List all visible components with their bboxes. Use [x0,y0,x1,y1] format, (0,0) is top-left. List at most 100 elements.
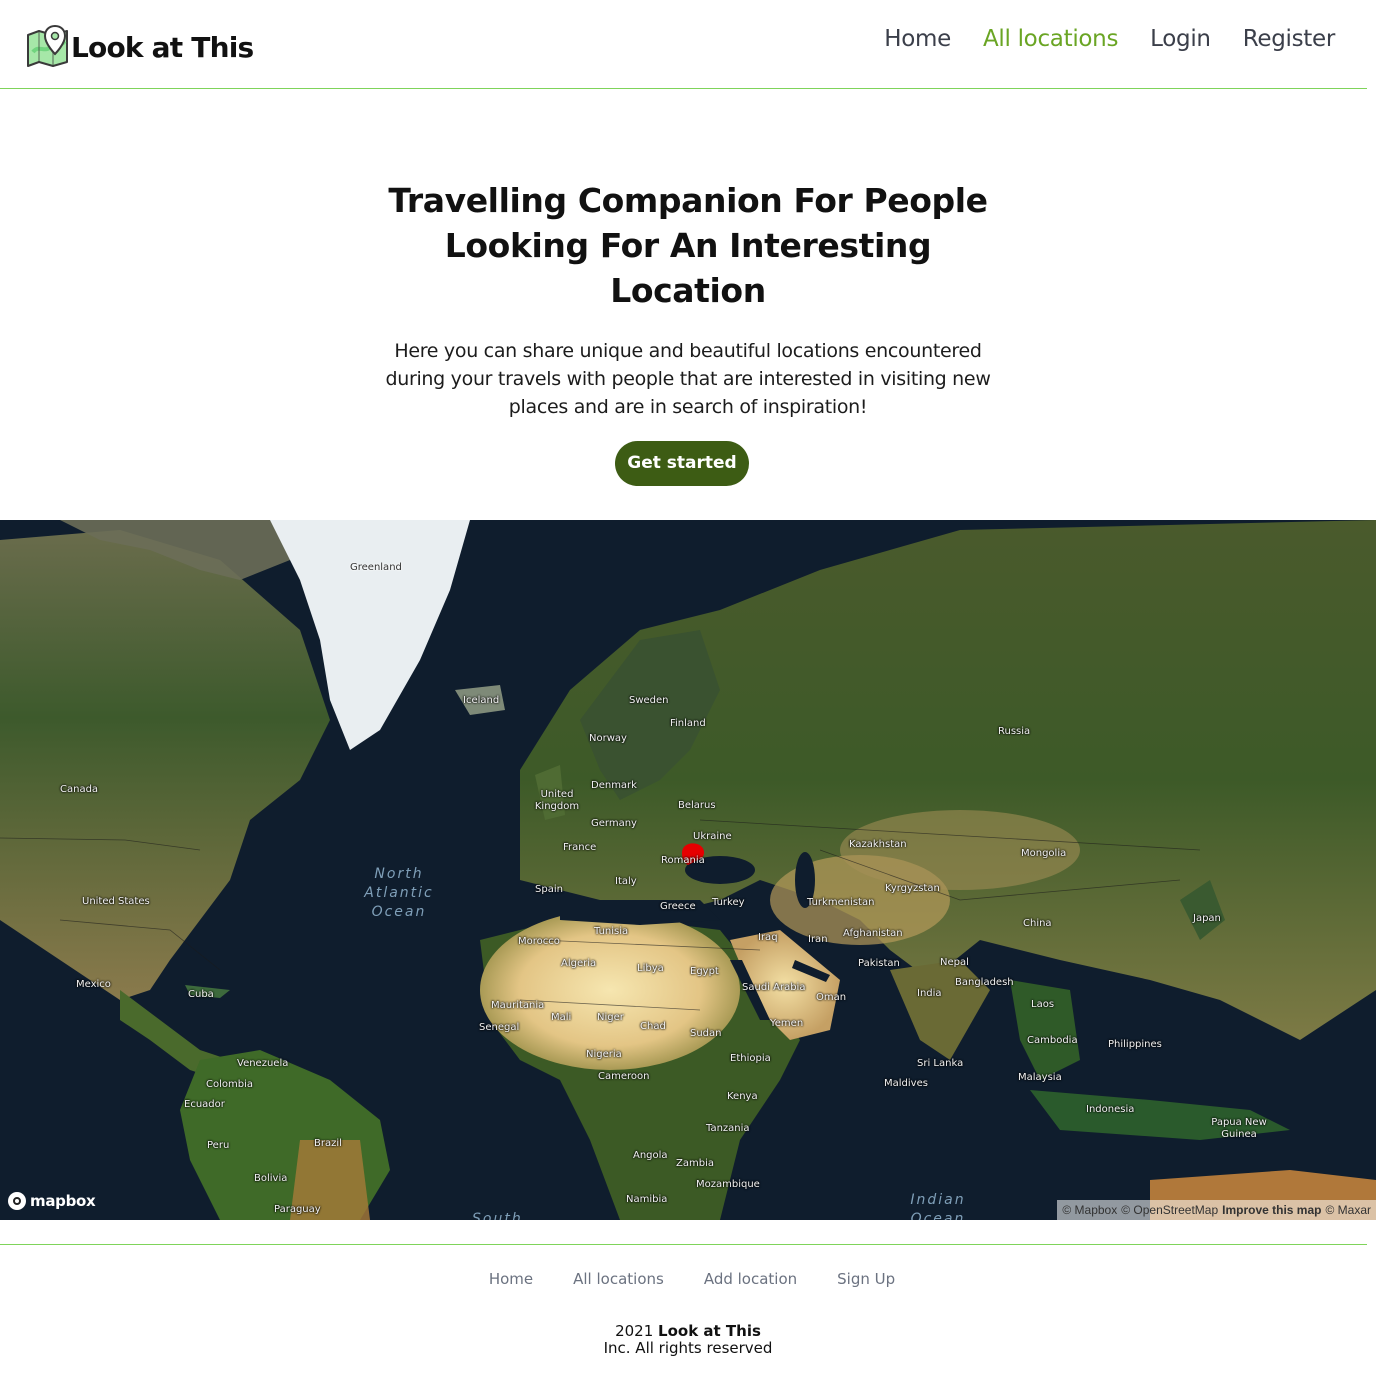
map-label: Chad [640,1021,666,1032]
map-label: Ukraine [693,831,732,842]
map-label: Kenya [727,1091,758,1102]
get-started-button[interactable]: Get started [615,441,749,486]
map-label: Paraguay [274,1204,321,1215]
map-background [0,520,1376,1220]
map-label: Ethiopia [730,1053,771,1064]
mapbox-logo-link[interactable]: mapbox [8,1192,96,1210]
copyright-year: 2021 [615,1322,654,1340]
copyright-rights: Inc. All rights reserved [603,1339,773,1357]
map-label: China [1023,918,1052,929]
hero-title: Travelling Companion For People Looking … [388,181,988,310]
map-label: Iraq [758,932,778,943]
map-label: Denmark [591,780,637,791]
map-label: Philippines [1108,1039,1162,1050]
nav-register[interactable]: Register [1243,26,1336,52]
hero-section: Travelling Companion For People Looking … [0,178,1376,486]
map-label: Peru [207,1140,230,1151]
map-label: Senegal [479,1022,520,1033]
footer-link-all-locations[interactable]: All locations [573,1270,664,1288]
map-label: Cambodia [1027,1035,1078,1046]
map-label: Belarus [678,800,716,811]
footer-divider [0,1244,1367,1245]
map-icon [27,24,68,67]
ocean-label: South [472,1211,523,1220]
map-label: Mongolia [1021,848,1067,859]
map-label: Romania [661,855,705,866]
map-label: Namibia [626,1194,668,1205]
map-label: Malaysia [1018,1072,1062,1083]
map-label: United States [82,896,150,907]
map-label: Russia [998,726,1031,737]
map-label: Papua New Guinea [1211,1117,1267,1140]
copyright: 2021 Look at This Inc. All rights reserv… [0,1323,1376,1357]
map-label: Japan [1193,913,1221,924]
map-attribution: © Mapbox © OpenStreetMap Improve this ma… [1057,1200,1376,1220]
attribution-mapbox-link[interactable]: © Mapbox [1062,1200,1117,1220]
map-label: Norway [589,733,627,744]
map-label: Sudan [690,1028,722,1039]
map-label: India [917,988,942,999]
map-label: Oman [816,992,847,1003]
map-label: Turkmenistan [807,897,875,908]
ocean-label: Indian Ocean [910,1192,966,1220]
footer-link-home[interactable]: Home [489,1270,533,1288]
map-label: Turkey [712,897,745,908]
map-label: Mauritania [491,1000,545,1011]
brand-logo-link[interactable]: Look at This [25,24,254,70]
map-label: Cameroon [598,1071,650,1082]
map-label: Bangladesh [955,977,1014,988]
improve-map-link[interactable]: Improve this map [1222,1200,1321,1220]
map-label: Mali [551,1012,572,1023]
map-label: Libya [637,963,664,974]
map-label: Greece [660,901,696,912]
map-label: United Kingdom [534,789,580,812]
map-label: France [563,842,597,853]
nav-home[interactable]: Home [884,26,951,52]
map-label: Nepal [940,957,969,968]
map-label: Angola [633,1150,668,1161]
map-label: Italy [615,876,637,887]
map-label: Tunisia [594,926,629,937]
footer-link-add-location[interactable]: Add location [704,1270,797,1288]
map-label: Kyrgyzstan [885,883,940,894]
map-label: Afghanistan [843,928,903,939]
map-label: Iceland [463,695,500,706]
map-label: Maldives [884,1078,928,1089]
map-label: Tanzania [706,1123,750,1134]
map-label: Iran [808,934,828,945]
copyright-brand: Look at This [658,1322,761,1340]
map-label: Ecuador [184,1099,225,1110]
map-label: Sweden [629,695,669,706]
map-label: Indonesia [1086,1104,1135,1115]
map-label: Finland [670,718,706,729]
footer-link-sign-up[interactable]: Sign Up [837,1270,895,1288]
nav-login[interactable]: Login [1150,26,1211,52]
footer-nav: Home All locations Add location Sign Up [0,1270,1376,1288]
site-header: Look at This Home All locations Login Re… [0,0,1367,89]
nav-all-locations[interactable]: All locations [983,26,1118,52]
ocean-label: North Atlantic Ocean [364,866,434,920]
map-label: Greenland [350,562,402,573]
map-label: Nigeria [586,1049,622,1060]
map-label: Colombia [206,1079,253,1090]
attribution-maxar-link[interactable]: © Maxar [1325,1200,1371,1220]
map-label: Bolivia [254,1173,288,1184]
map-label: Niger [597,1012,624,1023]
map-label: Mozambique [696,1179,760,1190]
map-label: Morocco [518,936,560,947]
world-map[interactable]: Greenland Iceland Sweden Finland Norway … [0,520,1376,1220]
map-label: Canada [60,784,99,795]
mapbox-icon [8,1192,26,1210]
map-label: Egypt [690,966,719,977]
map-label: Germany [591,818,637,829]
map-label: Spain [535,884,563,895]
map-label: Zambia [676,1158,714,1169]
map-label: Laos [1031,999,1055,1010]
main-nav: Home All locations Login Register [884,26,1335,52]
hero-description: Here you can share unique and beautiful … [385,340,991,418]
map-label: Yemen [770,1018,804,1029]
attribution-osm-link[interactable]: © OpenStreetMap [1121,1200,1218,1220]
map-label: Saudi Arabia [742,982,806,993]
map-label: Algeria [561,958,597,969]
map-label: Venezuela [237,1058,289,1069]
